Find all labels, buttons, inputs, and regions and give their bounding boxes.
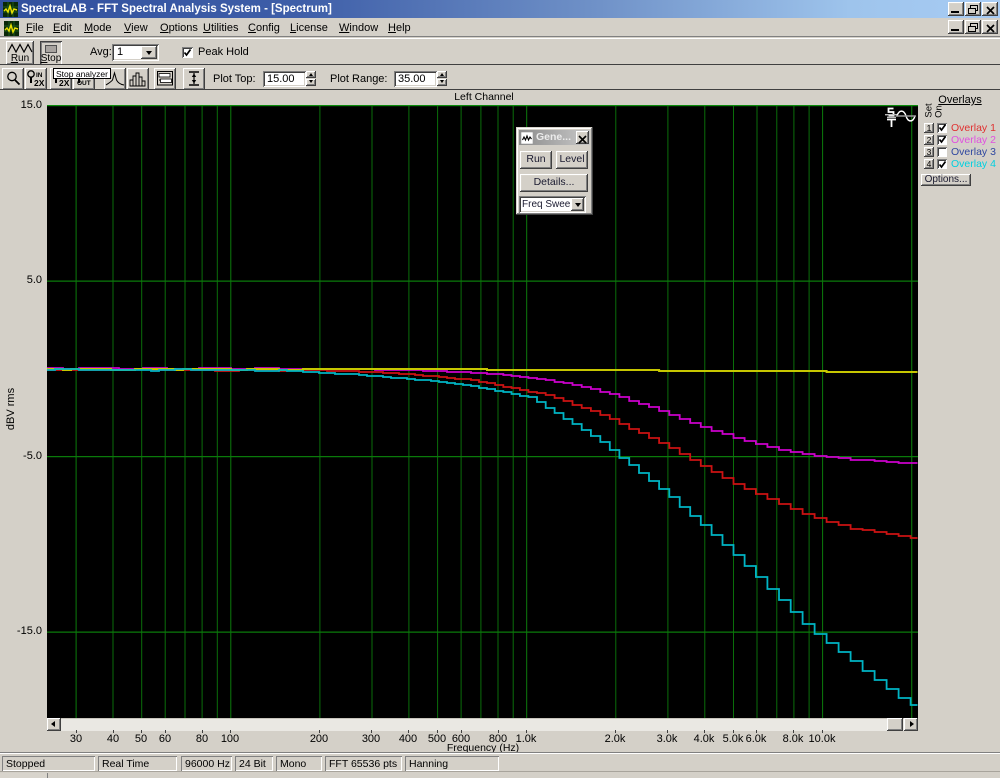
svg-text:2X: 2X (59, 78, 70, 88)
svg-text:OUT: OUT (77, 80, 91, 87)
svg-text:2X: 2X (34, 78, 45, 88)
